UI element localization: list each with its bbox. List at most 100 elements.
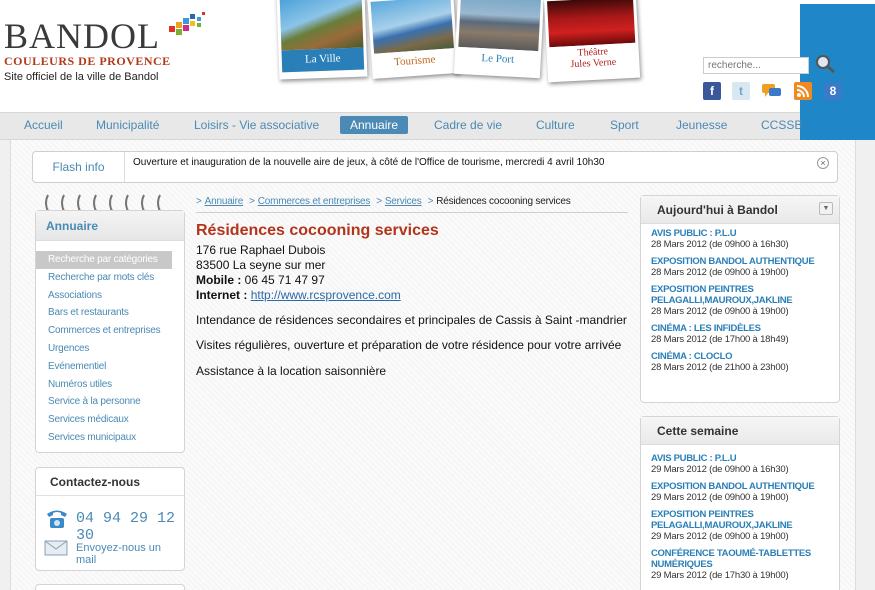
- event-title[interactable]: EXPOSITION PEINTRES PELAGALLI,MAUROUX,JA…: [651, 509, 801, 531]
- event-item[interactable]: CINÉMA : LES INFIDÈLES 28 Mars 2012 (de …: [651, 323, 839, 346]
- twitter-icon[interactable]: t: [732, 82, 750, 100]
- nav-accueil[interactable]: Accueil: [24, 118, 63, 132]
- main-navigation: Accueil Municipalité Loisirs - Vie assoc…: [0, 112, 802, 140]
- event-title[interactable]: CINÉMA : CLOCLO: [651, 351, 839, 362]
- site-name: Site officiel de la ville de Bandol: [4, 71, 159, 83]
- photo-caption: Théâtre Jules Verne: [549, 42, 637, 78]
- event-title[interactable]: AVIS PUBLIC : P.L.U: [651, 228, 839, 239]
- sidebar-next-box: [35, 584, 185, 590]
- event-item[interactable]: EXPOSITION PEINTRES PELAGALLI,MAUROUX,JA…: [651, 284, 839, 318]
- event-date: 28 Mars 2012 (de 17h00 à 18h49): [651, 334, 789, 345]
- website-link[interactable]: http://www.rcsprovence.com: [251, 288, 401, 302]
- nav-jeunesse[interactable]: Jeunesse: [676, 118, 727, 132]
- event-item[interactable]: EXPOSITION BANDOL AUTHENTIQUE 29 Mars 20…: [651, 481, 839, 504]
- sidebar-item-associations[interactable]: Associations: [36, 287, 184, 305]
- sidebar-item-evenementiel[interactable]: Evénementiel: [36, 358, 184, 376]
- event-title[interactable]: CINÉMA : LES INFIDÈLES: [651, 323, 839, 334]
- phone-icon: [47, 510, 67, 528]
- sidebar-item-recherche-mots-cles[interactable]: Recherche par mots clés: [36, 269, 184, 287]
- address-line-1: 176 rue Raphael Dubois: [196, 243, 326, 257]
- chevron-down-icon[interactable]: ▼: [819, 202, 833, 215]
- sidebar-item-services-municipaux[interactable]: Services municipaux: [36, 429, 184, 447]
- photo-caption: Tourisme: [374, 48, 456, 76]
- breadcrumb-separator: >: [249, 196, 255, 207]
- breadcrumb-services[interactable]: Services: [385, 196, 422, 207]
- chat-icon[interactable]: [761, 82, 783, 100]
- photo-le-port[interactable]: Le Port: [453, 0, 545, 79]
- sidebar-item-services-medicaux[interactable]: Services médicaux: [36, 411, 184, 429]
- photo-caption: La Ville: [281, 47, 365, 73]
- sidebar-item-service-personne[interactable]: Service à la personne: [36, 393, 184, 411]
- photo-la-ville[interactable]: La Ville: [276, 0, 368, 80]
- description-paragraph: Visites régulières, ouverture et prépara…: [196, 338, 622, 352]
- event-date: 28 Mars 2012 (de 09h00 à 19h00): [651, 267, 789, 278]
- nav-culture[interactable]: Culture: [536, 118, 575, 132]
- photo-caption: Le Port: [457, 46, 539, 74]
- site-logo[interactable]: BANDOL COULEURS DE PROVENCE Site officie…: [4, 12, 205, 83]
- flash-label: Flash info: [33, 152, 125, 182]
- event-title[interactable]: CONFÉRENCE TAOUMÉ-TABLETTES NUMÉRIQUES: [651, 548, 811, 570]
- photo-theatre[interactable]: Théâtre Jules Verne: [543, 0, 641, 83]
- breadcrumb-separator: >: [427, 196, 434, 207]
- breadcrumb: > Annuaire > Commerces et entreprises > Servi…: [196, 196, 571, 207]
- search-icon[interactable]: [814, 54, 836, 74]
- breadcrumb-divider: [196, 212, 628, 213]
- sidebar-item-numeros-utiles[interactable]: Numéros utiles: [36, 376, 184, 394]
- flash-info-bar: Flash info Ouverture et inauguration de …: [32, 151, 838, 183]
- mobile-label: Mobile :: [196, 273, 242, 287]
- contact-title: Contactez-nous: [36, 468, 184, 496]
- event-item[interactable]: EXPOSITION BANDOL AUTHENTIQUE 28 Mars 20…: [651, 256, 839, 279]
- phone-number[interactable]: 04 94 29 12 30: [76, 510, 184, 544]
- sidebar-menu: Recherche par catégories Recherche par m…: [36, 241, 184, 447]
- breadcrumb-separator: >: [376, 196, 382, 207]
- sidebar-item-bars-restaurants[interactable]: Bars et restaurants: [36, 304, 184, 322]
- header-photo-nav: La Ville Tourisme Le Port Théâtre Jules …: [270, 0, 641, 90]
- nav-cadre-de-vie[interactable]: Cadre de vie: [434, 118, 502, 132]
- event-date: 29 Mars 2012 (de 09h00 à 19h00): [651, 531, 789, 542]
- facebook-icon[interactable]: f: [703, 82, 721, 100]
- google-icon[interactable]: 8: [824, 82, 842, 100]
- nav-annuaire[interactable]: Annuaire: [340, 116, 409, 134]
- search-input[interactable]: [703, 57, 809, 74]
- close-icon[interactable]: ×: [817, 157, 829, 169]
- header-corner-block: [800, 4, 875, 140]
- sidebar-item-urgences[interactable]: Urgences: [36, 340, 184, 358]
- nav-loisirs[interactable]: Loisirs - Vie associative: [194, 118, 319, 132]
- rss-glyph-icon: [796, 85, 809, 98]
- event-item[interactable]: CINÉMA : CLOCLO 28 Mars 2012 (de 21h00 à…: [651, 351, 839, 374]
- address-line-2: 83500 La seyne sur mer: [196, 258, 326, 272]
- today-title-text: Aujourd'hui à Bandol: [657, 203, 778, 217]
- flash-text[interactable]: Ouverture et inauguration de la nouvelle…: [133, 157, 604, 168]
- event-date: 28 Mars 2012 (de 21h00 à 23h00): [651, 362, 789, 373]
- event-title[interactable]: EXPOSITION BANDOL AUTHENTIQUE: [651, 256, 839, 267]
- sidebar-item-recherche-categories[interactable]: Recherche par catégories: [36, 251, 172, 269]
- event-date: 29 Mars 2012 (de 09h00 à 19h00): [651, 492, 789, 503]
- event-item[interactable]: AVIS PUBLIC : P.L.U 29 Mars 2012 (de 09h…: [651, 453, 839, 476]
- nav-municipalite[interactable]: Municipalité: [96, 118, 159, 132]
- description-paragraph: Intendance de résidences secondaires et …: [196, 313, 627, 327]
- logo-title: BANDOL: [4, 16, 160, 56]
- logo-subtitle: COULEURS DE PROVENCE: [4, 54, 171, 68]
- event-title[interactable]: EXPOSITION BANDOL AUTHENTIQUE: [651, 481, 839, 492]
- mail-link[interactable]: Envoyez-nous un mail: [76, 542, 184, 566]
- sidebar-item-commerces[interactable]: Commerces et entreprises: [36, 322, 184, 340]
- photo-tourisme[interactable]: Tourisme: [367, 0, 459, 79]
- rss-icon[interactable]: [794, 82, 812, 100]
- breadcrumb-commerces[interactable]: Commerces et entreprises: [258, 196, 371, 207]
- event-item[interactable]: CONFÉRENCE TAOUMÉ-TABLETTES NUMÉRIQUES 2…: [651, 548, 839, 582]
- event-date: 29 Mars 2012 (de 09h00 à 16h30): [651, 464, 789, 475]
- event-date: 28 Mars 2012 (de 09h00 à 16h30): [651, 239, 789, 250]
- nav-ccssb[interactable]: CCSSB: [761, 118, 802, 132]
- event-title[interactable]: EXPOSITION PEINTRES PELAGALLI,MAUROUX,JA…: [651, 284, 801, 306]
- sidebar-title: Annuaire: [36, 211, 184, 241]
- breadcrumb-annuaire[interactable]: Annuaire: [205, 196, 244, 207]
- event-item[interactable]: EXPOSITION PEINTRES PELAGALLI,MAUROUX,JA…: [651, 509, 839, 543]
- today-events-list: AVIS PUBLIC : P.L.U 28 Mars 2012 (de 09h…: [641, 224, 839, 374]
- breadcrumb-separator: >: [196, 196, 202, 207]
- page-title: Résidences cocooning services: [196, 222, 439, 239]
- event-title[interactable]: AVIS PUBLIC : P.L.U: [651, 453, 839, 464]
- event-item[interactable]: AVIS PUBLIC : P.L.U 28 Mars 2012 (de 09h…: [651, 228, 839, 251]
- mobile-number: 06 45 71 47 97: [241, 273, 325, 287]
- photo-image: [547, 0, 636, 48]
- nav-sport[interactable]: Sport: [610, 118, 639, 132]
